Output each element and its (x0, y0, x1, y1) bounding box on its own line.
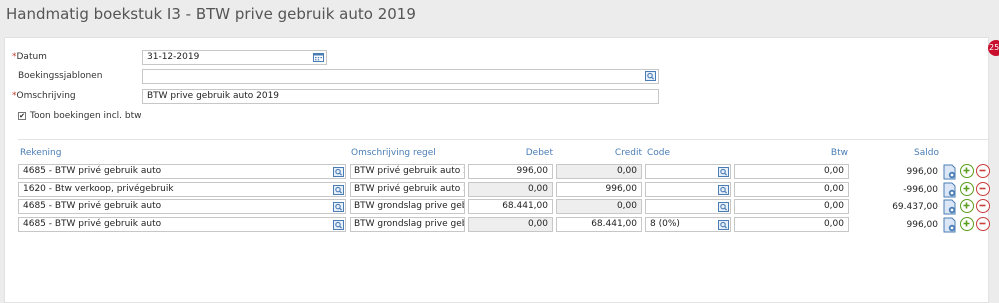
lookup-icon[interactable] (333, 167, 344, 177)
plus-icon (963, 185, 970, 192)
toon-incl-btw-label: Toon boekingen incl. btw (30, 111, 142, 121)
minus-icon (979, 187, 986, 190)
plus-icon (963, 167, 970, 174)
omschrijving-regel-field[interactable]: BTW privé gebruik auto 2019 (350, 182, 465, 197)
credit-field[interactable]: 0,00 (556, 164, 642, 179)
divider (18, 139, 990, 140)
calendar-icon[interactable] (313, 52, 324, 62)
omschrijving-regel-field[interactable]: BTW grondslag prive gebruik (350, 199, 465, 214)
remove-row-button[interactable] (976, 182, 990, 196)
credit-field[interactable]: 68.441,00 (556, 217, 642, 232)
datum-field[interactable]: 31-12-2019 (142, 50, 327, 65)
lookup-icon[interactable] (333, 202, 344, 212)
omschrijving-regel-field[interactable]: BTW privé gebruik auto 2019 (350, 164, 465, 179)
datum-label: *Datum (12, 52, 47, 62)
rekening-field[interactable]: 4685 - BTW privé gebruik auto (18, 164, 346, 179)
add-row-button[interactable] (960, 182, 974, 196)
credit-field[interactable]: 0,00 (556, 199, 642, 214)
btw-field[interactable]: 0,00 (734, 217, 849, 232)
lookup-icon[interactable] (718, 202, 729, 212)
rekening-field[interactable]: 1620 - Btw verkoop, privégebruik (18, 182, 346, 197)
lookup-icon[interactable] (718, 185, 729, 195)
lookup-icon[interactable] (333, 185, 344, 195)
plus-icon (963, 202, 970, 209)
credit-field[interactable]: 996,00 (556, 182, 642, 197)
minus-icon (979, 169, 986, 172)
btw-field[interactable]: 0,00 (734, 182, 849, 197)
col-header-btw: Btw (830, 148, 848, 158)
omschrijving-field[interactable]: BTW prive gebruik auto 2019 (142, 89, 659, 104)
remove-row-button[interactable] (976, 199, 990, 213)
col-header-debet: Debet (525, 148, 553, 158)
rekening-field[interactable]: 4685 - BTW privé gebruik auto (18, 217, 346, 232)
add-row-button[interactable] (960, 199, 974, 213)
document-search-icon[interactable] (942, 164, 958, 180)
saldo-value: 996,00 (906, 220, 939, 230)
col-header-omschrijving: Omschrijving regel (351, 148, 436, 158)
toon-incl-btw-checkbox[interactable]: ✔ (18, 112, 26, 120)
document-search-icon[interactable] (942, 182, 958, 198)
omschrijving-label: *Omschrijving (12, 91, 76, 101)
col-header-credit: Credit (614, 148, 642, 158)
add-row-button[interactable] (960, 164, 974, 178)
rekening-field[interactable]: 4685 - BTW privé gebruik auto (18, 199, 346, 214)
remove-row-button[interactable] (976, 164, 990, 178)
page-title: Handmatig boekstuk I3 - BTW prive gebrui… (6, 5, 416, 23)
btw-field[interactable]: 0,00 (734, 199, 849, 214)
document-search-icon[interactable] (942, 217, 958, 233)
col-header-code: Code (647, 148, 671, 158)
debet-field[interactable]: 0,00 (468, 182, 553, 197)
sjablonen-label: Boekingssjablonen (18, 71, 103, 81)
notification-badge[interactable]: 25 (988, 40, 999, 56)
document-search-icon[interactable] (942, 199, 958, 215)
omschrijving-regel-field[interactable]: BTW grondslag prive gebruik (350, 217, 465, 232)
lookup-icon[interactable] (645, 71, 656, 81)
debet-field[interactable]: 68.441,00 (468, 199, 553, 214)
minus-icon (979, 222, 986, 225)
minus-icon (979, 204, 986, 207)
btw-field[interactable]: 0,00 (734, 164, 849, 179)
saldo-value: 69.437,00 (892, 202, 938, 212)
debet-field[interactable]: 996,00 (468, 164, 553, 179)
plus-icon (963, 220, 970, 227)
lookup-icon[interactable] (718, 220, 729, 230)
remove-row-button[interactable] (976, 217, 990, 231)
lookup-icon[interactable] (718, 167, 729, 177)
lookup-icon[interactable] (333, 220, 344, 230)
col-header-saldo: Saldo (914, 148, 939, 158)
saldo-value: 996,00 (906, 167, 939, 177)
col-header-rekening: Rekening (20, 148, 62, 158)
saldo-value: -996,00 (903, 185, 938, 195)
sjablonen-field[interactable] (142, 69, 659, 84)
debet-field[interactable]: 0,00 (468, 217, 553, 232)
add-row-button[interactable] (960, 217, 974, 231)
